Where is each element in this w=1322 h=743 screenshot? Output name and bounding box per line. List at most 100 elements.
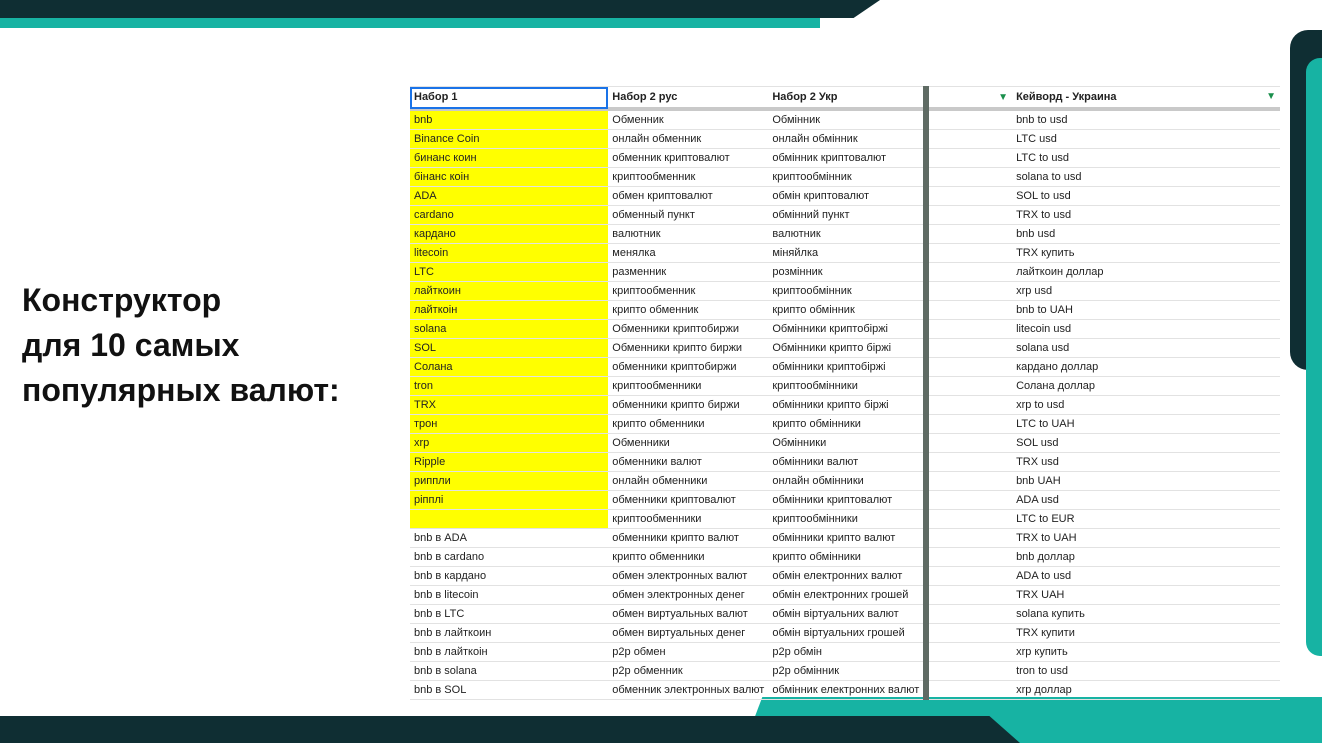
table-cell[interactable]: bnb UAH [1012, 471, 1280, 491]
table-cell[interactable]: Обмінник [768, 109, 930, 130]
table-cell[interactable]: Солана [410, 357, 609, 377]
table-cell[interactable]: p2p обменник [608, 661, 769, 681]
table-cell[interactable]: обменники криптовалют [608, 490, 769, 510]
table-cell[interactable]: TRX [410, 395, 609, 415]
table-cell[interactable]: solana to usd [1012, 167, 1280, 187]
table-cell[interactable]: обмен виртуальных валют [608, 604, 769, 624]
table-cell[interactable]: xrp to usd [1012, 395, 1280, 415]
table-cell[interactable]: бинанс коин [410, 148, 609, 168]
table-cell[interactable] [926, 376, 1013, 396]
table-cell[interactable]: обменник электронных валют [608, 680, 769, 700]
table-cell[interactable]: криптообмінник [768, 281, 930, 301]
table-cell[interactable]: крипто обменник [608, 300, 769, 320]
table-cell[interactable]: кардано [410, 224, 609, 244]
table-cell[interactable]: litecoin usd [1012, 319, 1280, 339]
table-cell[interactable]: обмін електронних грошей [768, 585, 930, 605]
table-cell[interactable]: tron to usd [1012, 661, 1280, 681]
table-cell[interactable]: Обмінники крипто біржі [768, 338, 930, 358]
table-cell[interactable] [926, 148, 1013, 168]
table-cell[interactable] [926, 109, 1013, 130]
table-cell[interactable]: bnb to UAH [1012, 300, 1280, 320]
table-cell[interactable]: крипто обменники [608, 414, 769, 434]
table-cell[interactable] [926, 357, 1013, 377]
table-cell[interactable]: обменники валют [608, 452, 769, 472]
table-cell[interactable]: лайткоин доллар [1012, 262, 1280, 282]
table-cell[interactable]: Обменники [608, 433, 769, 453]
table-cell[interactable]: крипто обмінники [768, 547, 930, 567]
table-cell[interactable]: крипто обменники [608, 547, 769, 567]
table-cell[interactable]: ріпплі [410, 490, 609, 510]
table-cell[interactable]: bnb в solana [410, 661, 609, 681]
table-cell[interactable]: обмінники криптовалют [768, 490, 930, 510]
table-cell[interactable]: обмін електронних валют [768, 566, 930, 586]
table-cell[interactable] [926, 661, 1013, 681]
table-cell[interactable]: риппли [410, 471, 609, 491]
table-cell[interactable]: TRX to UAH [1012, 528, 1280, 548]
table-cell[interactable]: криптообмінник [768, 167, 930, 187]
table-cell[interactable] [926, 642, 1013, 662]
table-cell[interactable] [926, 604, 1013, 624]
table-cell[interactable]: обмінники крипто валют [768, 528, 930, 548]
table-cell[interactable]: разменник [608, 262, 769, 282]
table-cell[interactable]: solana [410, 319, 609, 339]
table-cell[interactable]: розмінник [768, 262, 930, 282]
table-cell[interactable]: обмінники валют [768, 452, 930, 472]
table-cell[interactable]: LTC to usd [1012, 148, 1280, 168]
table-cell[interactable]: p2p обмінник [768, 661, 930, 681]
filter-icon[interactable]: ▼ [998, 92, 1008, 103]
table-cell[interactable]: xrp купить [1012, 642, 1280, 662]
table-cell[interactable]: Ripple [410, 452, 609, 472]
table-cell[interactable]: cardano [410, 205, 609, 225]
header-cell-empty[interactable]: ▼ [926, 86, 1013, 111]
table-cell[interactable]: TRX to usd [1012, 205, 1280, 225]
table-cell[interactable]: криптообменники [608, 509, 769, 529]
table-cell[interactable]: обмен электронных валют [608, 566, 769, 586]
header-cell-set-2-ua[interactable]: Набор 2 Укр [768, 86, 930, 111]
table-cell[interactable]: лайткоін [410, 300, 609, 320]
table-cell[interactable]: xrp [410, 433, 609, 453]
table-cell[interactable]: кардано доллар [1012, 357, 1280, 377]
table-cell[interactable]: трон [410, 414, 609, 434]
table-cell[interactable]: криптообменник [608, 167, 769, 187]
table-cell[interactable] [926, 566, 1013, 586]
table-cell[interactable]: обмінний пункт [768, 205, 930, 225]
table-cell[interactable]: TRX usd [1012, 452, 1280, 472]
table-cell[interactable]: обменный пункт [608, 205, 769, 225]
table-cell[interactable]: криптообмінники [768, 376, 930, 396]
table-cell[interactable]: криптообмінники [768, 509, 930, 529]
table-cell[interactable]: xrp доллар [1012, 680, 1280, 700]
table-cell[interactable]: litecoin [410, 243, 609, 263]
table-cell[interactable]: SOL usd [1012, 433, 1280, 453]
table-cell[interactable]: bnb в ADA [410, 528, 609, 548]
table-cell[interactable]: онлайн обмінники [768, 471, 930, 491]
table-cell[interactable]: обмен электронных денег [608, 585, 769, 605]
table-cell[interactable]: онлайн обменник [608, 129, 769, 149]
table-cell[interactable] [926, 585, 1013, 605]
table-cell[interactable] [926, 319, 1013, 339]
table-cell[interactable]: обмінники крипто біржі [768, 395, 930, 415]
table-cell[interactable]: TRX купить [1012, 243, 1280, 263]
table-cell[interactable] [926, 490, 1013, 510]
table-cell[interactable]: bnb to usd [1012, 109, 1280, 130]
header-cell-keyword-ukraine[interactable]: ▼ Кейворд - Украина [1012, 86, 1280, 111]
table-cell[interactable] [410, 509, 609, 529]
table-cell[interactable]: крипто обмінник [768, 300, 930, 320]
table-cell[interactable]: обмен криптовалют [608, 186, 769, 206]
table-cell[interactable]: LTC usd [1012, 129, 1280, 149]
table-cell[interactable]: bnb в litecoin [410, 585, 609, 605]
table-cell[interactable]: валютник [608, 224, 769, 244]
table-cell[interactable] [926, 528, 1013, 548]
table-cell[interactable]: tron [410, 376, 609, 396]
table-cell[interactable]: Обменник [608, 109, 769, 130]
table-cell[interactable]: bnb в лайткоин [410, 623, 609, 643]
table-cell[interactable]: Обменники криптобиржи [608, 319, 769, 339]
table-cell[interactable]: бінанс коін [410, 167, 609, 187]
filter-icon[interactable]: ▼ [1266, 91, 1276, 102]
table-cell[interactable] [926, 224, 1013, 244]
table-cell[interactable]: міняйлка [768, 243, 930, 263]
table-cell[interactable] [926, 129, 1013, 149]
table-cell[interactable]: ADA [410, 186, 609, 206]
table-cell[interactable]: лайткоин [410, 281, 609, 301]
table-cell[interactable]: обменники криптобиржи [608, 357, 769, 377]
table-cell[interactable] [926, 471, 1013, 491]
